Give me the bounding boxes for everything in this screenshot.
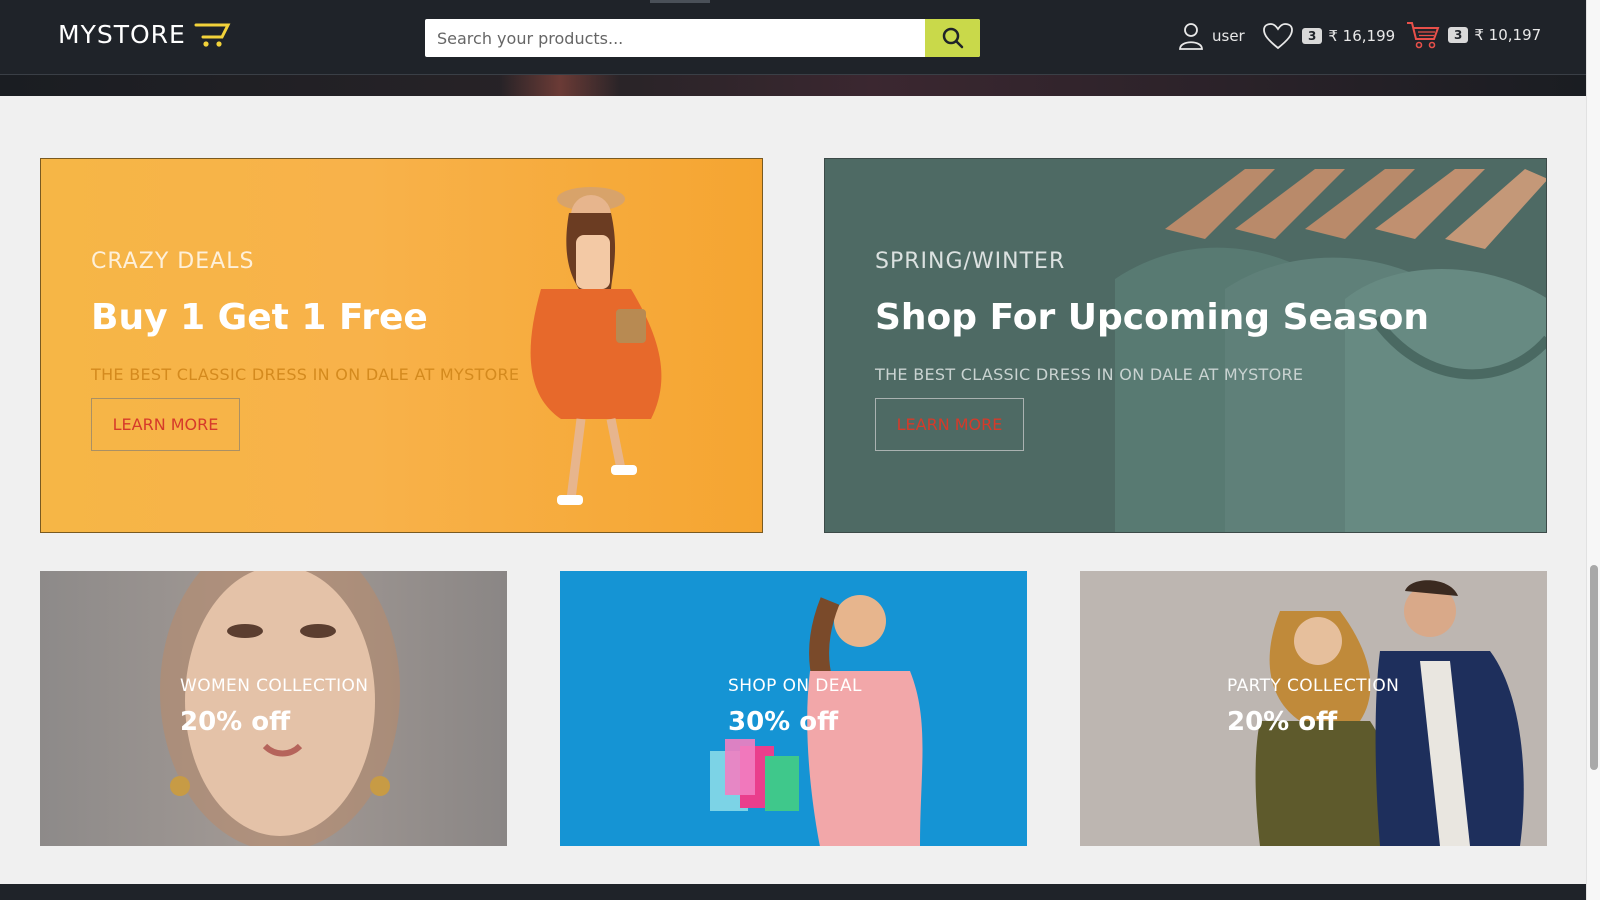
search-bar	[425, 19, 980, 57]
user-account-link[interactable]: user	[1178, 22, 1245, 50]
user-label: user	[1212, 27, 1245, 45]
banner-subtitle: THE BEST CLASSIC DRESS IN ON DALE AT MYS…	[91, 365, 520, 384]
promo-shop-on-deal[interactable]: SHOP ON DEAL 30% off	[560, 571, 1027, 846]
learn-more-button[interactable]: LEARN MORE	[91, 398, 240, 451]
banner-eyebrow: CRAZY DEALS	[91, 249, 255, 274]
scrollbar-thumb[interactable]	[1590, 565, 1598, 770]
promo-discount: 20% off	[180, 707, 291, 737]
shirts-photo	[1115, 169, 1546, 532]
search-button[interactable]	[925, 19, 980, 57]
footer-strip	[0, 884, 1586, 900]
promo-discount: 20% off	[1227, 707, 1338, 737]
banner-title: Buy 1 Get 1 Free	[91, 297, 428, 338]
cart-icon	[194, 23, 231, 47]
search-icon	[942, 27, 963, 49]
banner-eyebrow: SPRING/WINTER	[875, 249, 1066, 274]
store-logo[interactable]: MYSTORE	[58, 20, 232, 49]
wishlist-count-badge: 3	[1302, 28, 1323, 44]
promo-label: WOMEN COLLECTION	[180, 676, 369, 696]
promo-label: SHOP ON DEAL	[728, 676, 862, 696]
cart-link[interactable]: 3 ₹ 10,197	[1406, 20, 1541, 50]
cart-total: ₹ 10,197	[1474, 26, 1542, 44]
model-photo	[530, 187, 662, 505]
promo-discount: 30% off	[728, 707, 839, 737]
banner-subtitle: THE BEST CLASSIC DRESS IN ON DALE AT MYS…	[875, 365, 1304, 384]
cart-icon	[1407, 22, 1440, 49]
search-input[interactable]	[425, 19, 925, 57]
logo-text: MYSTORE	[58, 20, 186, 49]
learn-more-button[interactable]: LEARN MORE	[875, 398, 1024, 451]
user-icon	[1179, 23, 1203, 50]
page-scrollbar[interactable]	[1586, 0, 1600, 900]
site-header: MYSTORE user 3 ₹ 16,199	[0, 0, 1586, 75]
wishlist-link[interactable]: 3 ₹ 16,199	[1262, 22, 1395, 50]
promo-party-collection[interactable]: PARTY COLLECTION 20% off	[1080, 571, 1547, 846]
banner-title: Shop For Upcoming Season	[875, 297, 1430, 338]
banner-crazy-deals: CRAZY DEALS Buy 1 Get 1 Free THE BEST CL…	[40, 158, 763, 533]
cart-count-badge: 3	[1448, 27, 1469, 43]
heart-icon	[1263, 23, 1293, 50]
promo-label: PARTY COLLECTION	[1227, 676, 1400, 696]
banner-spring-winter: SPRING/WINTER Shop For Upcoming Season T…	[824, 158, 1547, 533]
hero-image-strip	[0, 75, 1586, 96]
top-tab-marker	[650, 0, 710, 3]
promo-women-collection[interactable]: WOMEN COLLECTION 20% off	[40, 571, 507, 846]
wishlist-total: ₹ 16,199	[1328, 27, 1396, 45]
